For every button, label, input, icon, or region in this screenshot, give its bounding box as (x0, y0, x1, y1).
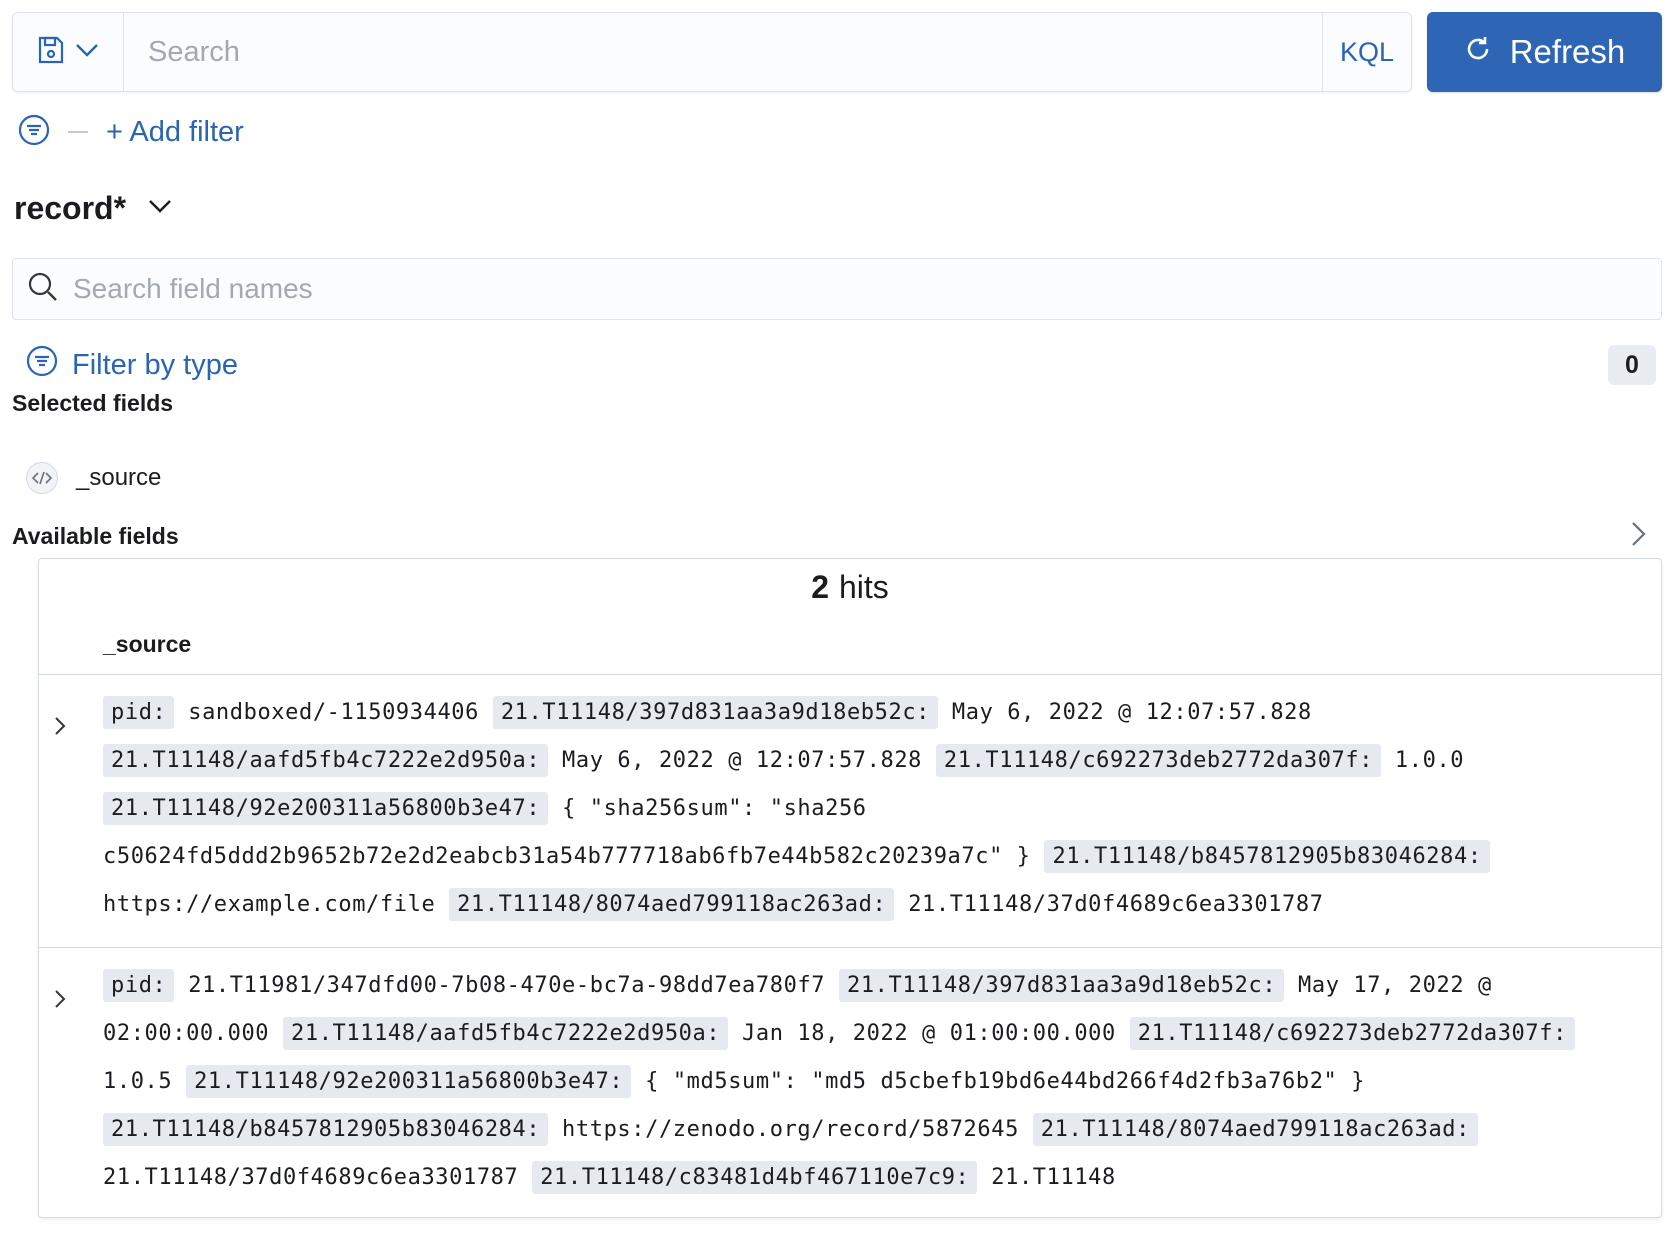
field-name: _source (76, 464, 162, 491)
chevron-down-icon (75, 43, 99, 62)
field-key: 21.T11148/b8457812905b83046284: (103, 1113, 549, 1146)
field-value: Jan 18, 2022 @ 01:00:00.000 (728, 1021, 1130, 1046)
field-value: 1.0.0 (1381, 748, 1465, 773)
field-key: 21.T11148/8074aed799118ac263ad: (449, 888, 895, 921)
field-key: 21.T11148/aafd5fb4c7222e2d950a: (283, 1017, 729, 1050)
refresh-icon (1464, 33, 1492, 71)
code-icon (26, 462, 58, 494)
field-value: 21.T11148/37d0f4689c6ea3301787 (894, 892, 1324, 917)
save-icon (37, 35, 65, 70)
field-search (12, 258, 1662, 320)
field-key: 21.T11148/8074aed799118ac263ad: (1032, 1113, 1478, 1146)
available-fields-title: Available fields (12, 523, 179, 549)
field-key: 21.T11148/92e200311a56800b3e47: (103, 792, 549, 825)
field-search-input[interactable] (59, 272, 1661, 306)
table-row: pid: sandboxed/-1150934406 21.T11148/397… (39, 675, 1661, 937)
field-key: 21.T11148/c692273deb2772da307f: (935, 744, 1382, 777)
field-value: https://example.com/file (103, 892, 450, 917)
field-key: 21.T11148/397d831aa3a9d18eb52c: (492, 696, 939, 729)
field-value: { "md5sum": "md5 d5cbefb19bd6e44bd266f4d… (631, 1069, 1366, 1094)
field-key: 21.T11148/aafd5fb4c7222e2d950a: (103, 744, 549, 777)
field-value: 21.T11148/37d0f4689c6ea3301787 (103, 1165, 533, 1190)
filter-options-icon[interactable] (18, 114, 50, 151)
index-pattern-selector[interactable]: record* (14, 190, 172, 227)
field-key: 21.T11148/c692273deb2772da307f: (1129, 1017, 1575, 1050)
expand-row-icon[interactable] (53, 988, 73, 1012)
document-source: pid: sandboxed/-1150934406 21.T11148/397… (103, 689, 1631, 929)
field-value: May 6, 2022 @ 12:07:57.828 (938, 700, 1312, 725)
query-bar: KQL (12, 12, 1412, 92)
field-key: 21.T11148/b8457812905b83046284: (1044, 840, 1490, 873)
filter-count-badge: 0 (1608, 345, 1656, 385)
saved-query-menu-button[interactable] (13, 13, 124, 91)
chevron-right-icon[interactable] (1630, 520, 1648, 553)
column-header-source[interactable]: _source (103, 631, 191, 658)
field-key: pid: (103, 696, 175, 729)
results-panel: 2 hits _source pid: sandboxed/-1150934406… (38, 558, 1662, 1218)
field-key: 21.T11148/92e200311a56800b3e47: (186, 1065, 632, 1098)
add-filter-button[interactable]: + Add filter (106, 116, 244, 149)
refresh-button[interactable]: Refresh (1427, 12, 1662, 92)
search-input[interactable] (124, 13, 1322, 91)
search-icon (27, 271, 59, 308)
chevron-down-icon (148, 199, 172, 218)
index-pattern-title: record* (14, 190, 127, 226)
filter-by-type-label: Filter by type (72, 348, 238, 381)
filter-by-type-button[interactable]: Filter by type (26, 345, 238, 385)
field-value: sandboxed/-1150934406 (174, 700, 493, 725)
field-key: 21.T11148/397d831aa3a9d18eb52c: (838, 969, 1285, 1002)
field-value: May 6, 2022 @ 12:07:57.828 (548, 748, 936, 773)
field-value: 21.T11148 (977, 1165, 1116, 1190)
hits-label: hits (839, 569, 889, 605)
hits-counter: 2 hits (39, 569, 1661, 606)
filter-bar: + Add filter (18, 112, 244, 152)
document-source: pid: 21.T11981/347dfd00-7b08-470e-bc7a-9… (103, 962, 1631, 1202)
filter-icon (26, 345, 58, 385)
refresh-label: Refresh (1509, 33, 1626, 70)
field-value: 21.T11981/347dfd00-7b08-470e-bc7a-98dd7e… (174, 973, 839, 998)
field-key: pid: (103, 969, 175, 1002)
field-item-source[interactable]: _source (26, 462, 161, 494)
query-language-button[interactable]: KQL (1322, 13, 1411, 91)
filter-divider (68, 131, 88, 133)
expand-row-icon[interactable] (53, 715, 73, 739)
field-value: 1.0.5 (103, 1069, 187, 1094)
field-value: https://zenodo.org/record/5872645 (548, 1117, 1033, 1142)
table-row: pid: 21.T11981/347dfd00-7b08-470e-bc7a-9… (39, 948, 1661, 1217)
hits-count: 2 (811, 569, 829, 605)
selected-fields-title: Selected fields (12, 390, 174, 416)
field-key: 21.T11148/c83481d4bf467110e7c9: (532, 1161, 978, 1194)
